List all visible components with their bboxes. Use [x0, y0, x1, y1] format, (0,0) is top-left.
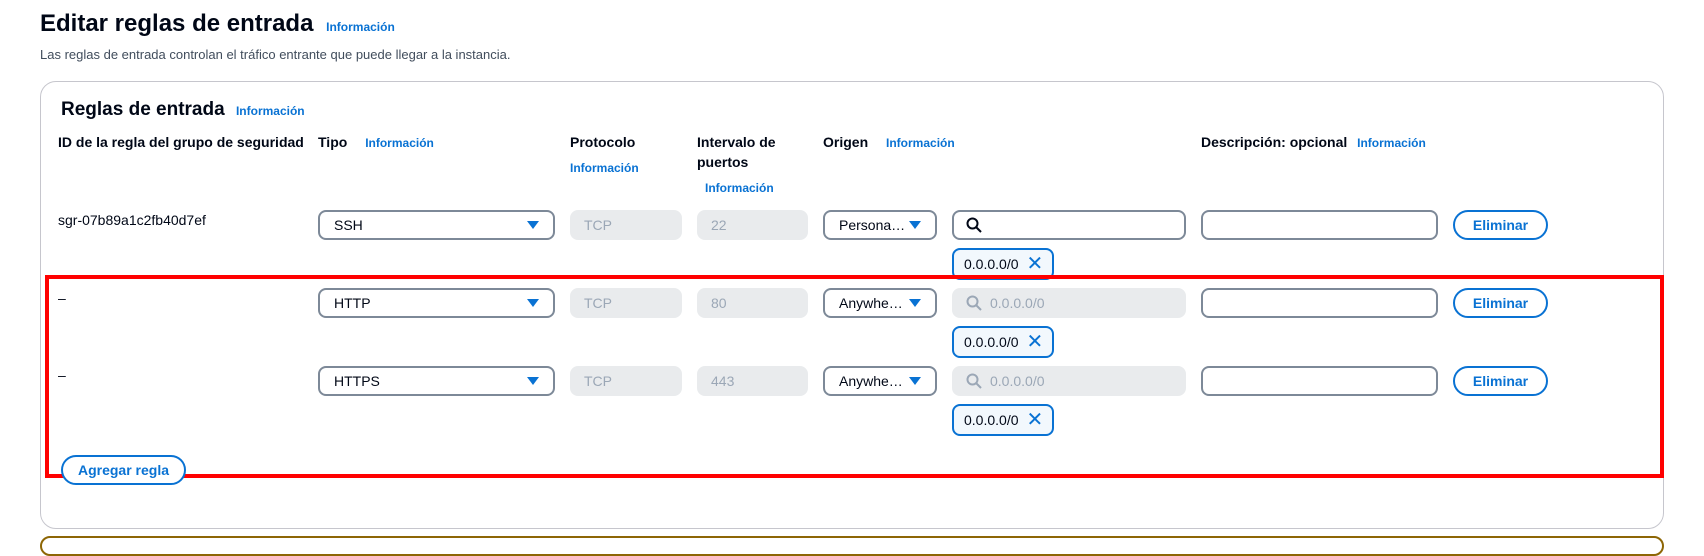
column-header-type: Tipo Información [318, 132, 434, 153]
caret-down-icon [909, 221, 921, 229]
type-info-link[interactable]: Información [365, 136, 434, 150]
close-icon[interactable]: ✕ [1027, 254, 1044, 274]
rule-id: sgr-07b89a1c2fb40d7ef [58, 212, 206, 228]
page-subtitle: Las reglas de entrada controlan el tráfi… [40, 47, 511, 62]
type-select-value: SSH [334, 217, 363, 233]
column-header-description-label: Descripción: opcional [1201, 134, 1348, 150]
page-title-text: Editar reglas de entrada [40, 10, 314, 37]
port-range-field: 22 [697, 210, 808, 240]
column-header-rule-id: ID de la regla del grupo de seguridad [58, 134, 304, 150]
source-cidr-search-input[interactable] [952, 210, 1186, 240]
source-info-link[interactable]: Información [886, 136, 955, 150]
column-header-port-range-line1: Intervalo de [697, 134, 776, 150]
add-rule-button[interactable]: Agregar regla [61, 455, 186, 485]
source-cidr-token-label: 0.0.0.0/0 [964, 256, 1019, 272]
protocol-field: TCP [570, 210, 682, 240]
protocol-info-link[interactable]: Información [570, 158, 639, 178]
caret-down-icon [527, 221, 539, 229]
source-select-value: Persona… [839, 217, 906, 233]
panel-title: Reglas de entrada Información [61, 99, 305, 121]
column-header-description: Descripción: opcional Información [1201, 132, 1426, 153]
page-title: Editar reglas de entrada Información [40, 10, 395, 38]
source-select[interactable]: Persona… [823, 210, 937, 240]
highlight-box [45, 275, 1664, 478]
column-header-port-range: Intervalo de puertos Información [697, 132, 776, 198]
type-select[interactable]: SSH [318, 210, 555, 240]
column-header-source-label: Origen [823, 134, 869, 150]
description-info-link[interactable]: Información [1357, 136, 1426, 150]
column-header-protocol-label: Protocolo [570, 134, 636, 150]
description-input[interactable] [1201, 210, 1438, 240]
column-header-protocol: Protocolo Información [570, 132, 639, 178]
panel-title-text: Reglas de entrada [61, 99, 225, 120]
port-range-info-link[interactable]: Información [705, 178, 776, 198]
page-title-info-link[interactable]: Información [326, 20, 395, 34]
column-header-type-label: Tipo [318, 134, 348, 150]
column-header-source: Origen Información [823, 132, 955, 153]
alert-container [40, 536, 1664, 556]
delete-rule-button[interactable]: Eliminar [1453, 210, 1548, 240]
search-icon [966, 217, 982, 233]
column-header-port-range-line2: puertos [697, 154, 749, 170]
panel-title-info-link[interactable]: Información [236, 104, 305, 118]
